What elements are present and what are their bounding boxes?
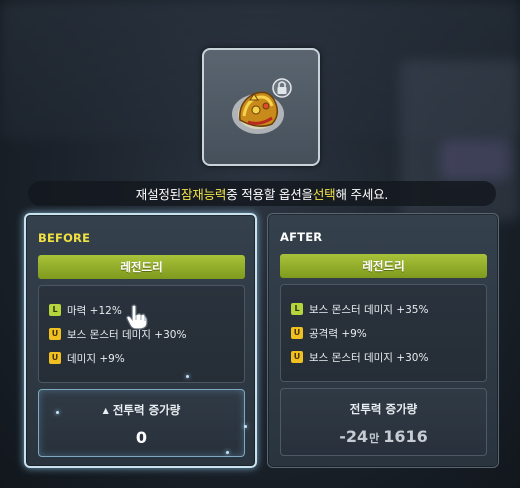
panel-title: AFTER: [280, 230, 323, 244]
combat-power-value-rest: 1616: [383, 427, 428, 446]
instruction-text: 해 주세요.: [335, 187, 389, 202]
panel-title: BEFORE: [38, 231, 91, 245]
combat-power-box: 전투력 증가량 -24만 1616: [280, 388, 487, 456]
triangle-up-icon: ▲: [102, 405, 109, 415]
legendary-tier-icon: L: [291, 303, 303, 315]
option-text: 데미지 +9%: [67, 352, 125, 365]
option-row: U 공격력 +9%: [291, 321, 486, 345]
option-row: L 보스 몬스터 데미지 +35%: [291, 297, 486, 321]
combat-power-label-row: ▲ 전투력 증가량: [39, 402, 244, 418]
unique-tier-icon: U: [291, 327, 303, 339]
combat-power-value-main: -24: [339, 427, 369, 446]
instruction-banner: 재설정된 잠재능력 중 적용할 옵션을 선택 해 주세요.: [28, 181, 496, 206]
option-text: 공격력 +9%: [309, 327, 367, 340]
option-row: U 보스 몬스터 데미지 +30%: [291, 345, 486, 369]
hand-pointer-icon: [126, 304, 148, 330]
instruction-highlight-select: 선택: [312, 187, 336, 202]
option-text: 보스 몬스터 데미지 +30%: [309, 351, 429, 364]
combat-power-value: 0: [135, 428, 148, 447]
after-option-panel[interactable]: AFTER 레전드리 L 보스 몬스터 데미지 +35% U 공격력 +9% U…: [267, 213, 499, 468]
unique-tier-icon: U: [49, 352, 61, 364]
sparkle: [56, 411, 59, 414]
option-text: 마력 +12%: [67, 304, 122, 317]
combat-power-label: 전투력 증가량: [112, 403, 181, 417]
combat-power-value-unit: 만: [369, 432, 380, 445]
sparkle: [226, 451, 229, 454]
grade-bar: 레전드리: [38, 255, 245, 279]
item-slot: [202, 48, 320, 166]
lock-icon: [272, 78, 292, 98]
option-list: L 마력 +12% U 보스 몬스터 데미지 +30% U 데미지 +9%: [38, 285, 245, 383]
instruction-text: 재설정된: [135, 187, 181, 202]
legendary-tier-icon: L: [49, 304, 61, 316]
background-blur: [440, 140, 510, 180]
before-option-panel[interactable]: BEFORE 레전드리 L 마력 +12% U 보스 몬스터 데미지 +30% …: [24, 213, 257, 468]
golden-helmet-item-icon: [232, 78, 292, 134]
unique-tier-icon: U: [291, 351, 303, 363]
unique-tier-icon: U: [49, 328, 61, 340]
sparkle: [186, 375, 189, 378]
option-text: 보스 몬스터 데미지 +35%: [309, 303, 429, 316]
combat-power-value: -24만 1616: [281, 427, 486, 446]
sparkle: [244, 425, 247, 428]
instruction-text: 중 적용할 옵션을: [226, 187, 313, 202]
grade-bar: 레전드리: [280, 254, 487, 278]
combat-power-label: 전투력 증가량: [349, 402, 418, 416]
instruction-highlight-potential: 잠재능력: [180, 187, 227, 202]
option-row: U 데미지 +9%: [49, 346, 244, 370]
combat-power-box: ▲ 전투력 증가량 0: [38, 389, 245, 457]
option-list: L 보스 몬스터 데미지 +35% U 공격력 +9% U 보스 몬스터 데미지…: [280, 284, 487, 382]
